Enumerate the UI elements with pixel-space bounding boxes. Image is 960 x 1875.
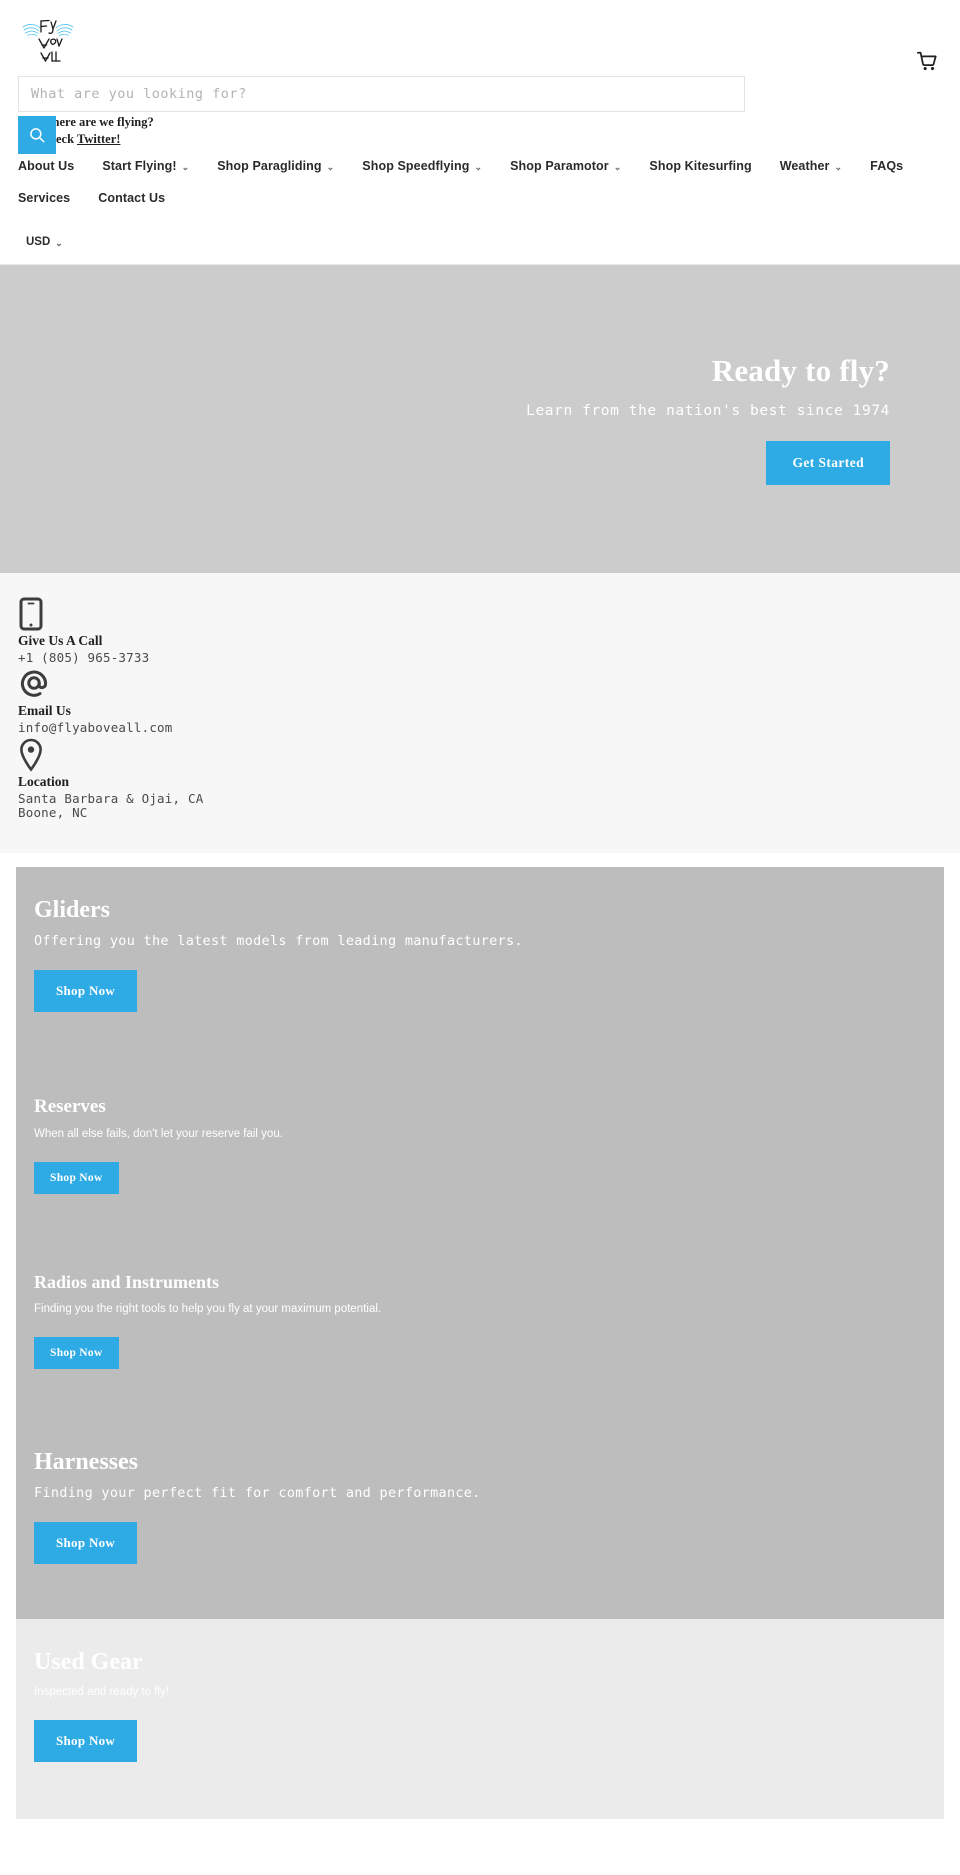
nav-item-label: Contact Us bbox=[98, 191, 166, 205]
page-root: Where are we flying? Check Twitter! Abou… bbox=[0, 0, 960, 1819]
nav-item-faqs[interactable]: FAQs bbox=[870, 150, 903, 182]
contact-item-give-us-a-call: Give Us A Call +1 (805) 965-3733 bbox=[0, 597, 960, 665]
chevron-down-icon: ⌄ bbox=[613, 161, 622, 172]
shop-now-button[interactable]: Shop Now bbox=[34, 1162, 119, 1195]
nav-item-contact-us[interactable]: Contact Us bbox=[98, 182, 165, 214]
nav-item-services[interactable]: Services bbox=[18, 182, 70, 214]
nav-item-start-flying[interactable]: Start Flying! ⌄ bbox=[102, 150, 189, 182]
header-top-bar bbox=[0, 0, 960, 72]
site-logo[interactable] bbox=[20, 14, 76, 66]
contact-info-strip: Give Us A Call +1 (805) 965-3733 Email Us i… bbox=[0, 573, 960, 853]
nav-item-label: Shop Paragliding bbox=[217, 159, 322, 173]
contact-item-title: Email Us bbox=[18, 703, 71, 719]
category-card-list: Gliders Offering you the latest models fr… bbox=[0, 853, 960, 1819]
contact-item-value[interactable]: Santa Barbara & Ojai, CA bbox=[18, 791, 942, 806]
twitter-tagline: Where are we flying? Check Twitter! bbox=[40, 114, 154, 148]
hero-title: Ready to fly? bbox=[711, 353, 890, 389]
mobile-phone-icon bbox=[18, 597, 942, 631]
category-card[interactable]: Gliders Offering you the latest models fr… bbox=[16, 866, 944, 1067]
chevron-down-icon: ⌄ bbox=[474, 161, 483, 172]
nav-item-about-us[interactable]: About Us bbox=[18, 150, 74, 182]
nav-item-label: Shop Kitesurfing bbox=[649, 159, 752, 173]
category-card-title: Gliders bbox=[34, 896, 110, 923]
hero-subtitle: Learn from the nation's best since 1974 bbox=[526, 402, 890, 419]
nav-item-label: Weather bbox=[779, 159, 830, 173]
hero-content: Ready to fly? Learn from the nation's be… bbox=[0, 265, 960, 573]
shop-now-button[interactable]: Shop Now bbox=[34, 970, 138, 1013]
nav-item-shop-speedflying[interactable]: Shop Speedflying ⌄ bbox=[362, 150, 482, 182]
search-input[interactable] bbox=[18, 76, 745, 112]
contact-item-value[interactable]: +1 (805) 965-3733 bbox=[18, 650, 942, 665]
nav-item-label: Shop Paramotor bbox=[510, 159, 609, 173]
currency-selector[interactable]: USD ⌄ bbox=[18, 236, 63, 248]
contact-item-value-secondary: Boone, NC bbox=[18, 805, 88, 821]
nav-item-shop-paramotor[interactable]: Shop Paramotor ⌄ bbox=[510, 150, 621, 182]
nav-item-label: Shop Speedflying bbox=[362, 159, 470, 173]
chevron-down-icon: ⌄ bbox=[181, 161, 190, 172]
shop-now-button[interactable]: Shop Now bbox=[34, 1719, 138, 1762]
category-card-description: Finding your perfect fit for comfort and… bbox=[34, 1484, 481, 1501]
category-card-title: Used Gear bbox=[34, 1648, 143, 1675]
chevron-down-icon: ⌄ bbox=[55, 237, 63, 248]
nav-item-shop-kitesurfing[interactable]: Shop Kitesurfing bbox=[649, 150, 751, 182]
nav-item-label: Start Flying! bbox=[102, 159, 177, 173]
tagline-line-1: Where are we flying? bbox=[40, 115, 154, 129]
category-card-description: When all else fails, don't let your rese… bbox=[34, 1128, 283, 1141]
search-icon bbox=[30, 128, 45, 143]
category-card-title: Reserves bbox=[34, 1095, 106, 1117]
category-card[interactable]: Radios and Instruments Finding you the ri… bbox=[16, 1242, 944, 1419]
map-pin-icon bbox=[18, 738, 942, 772]
search-submit-button[interactable] bbox=[18, 116, 56, 154]
get-started-button[interactable]: Get Started bbox=[766, 440, 890, 485]
chevron-down-icon: ⌄ bbox=[326, 161, 335, 172]
site-header: Where are we flying? Check Twitter! Abou… bbox=[0, 0, 960, 265]
fly-above-all-logo-icon bbox=[22, 19, 74, 62]
category-card-description: Offering you the latest models from lead… bbox=[34, 932, 523, 949]
category-card-description: Inspected and ready to fly! bbox=[34, 1685, 169, 1698]
nav-item-label: Services bbox=[18, 191, 71, 205]
twitter-link[interactable]: Twitter! bbox=[77, 132, 121, 146]
category-card[interactable]: Used Gear Inspected and ready to fly! Shop… bbox=[16, 1618, 944, 1819]
contact-item-location: Location Santa Barbara & Ojai, CA Boone, N… bbox=[0, 738, 960, 821]
category-card-title: Harnesses bbox=[34, 1448, 138, 1475]
contact-item-value[interactable]: info@flyaboveall.com bbox=[18, 720, 942, 735]
cart-button[interactable] bbox=[916, 50, 946, 78]
currency-region: USD ⌄ bbox=[0, 222, 960, 264]
tagline-line-2: Check Twitter! bbox=[40, 131, 154, 148]
category-card-title: Radios and Instruments bbox=[34, 1271, 220, 1292]
category-card-description: Finding you the right tools to help you … bbox=[34, 1303, 382, 1316]
nav-item-label: About Us bbox=[18, 159, 75, 173]
primary-navigation: About Us Start Flying! ⌄ Shop Paragliding ⌄ S… bbox=[0, 138, 960, 222]
contact-item-title: Location bbox=[18, 773, 70, 789]
at-sign-icon bbox=[18, 667, 942, 701]
category-card[interactable]: Reserves When all else fails, don't let y… bbox=[16, 1066, 944, 1243]
contact-item-title: Give Us A Call bbox=[18, 633, 103, 648]
shopping-cart-icon bbox=[916, 51, 937, 71]
currency-label: USD bbox=[26, 236, 51, 248]
nav-item-weather[interactable]: Weather ⌄ bbox=[780, 150, 842, 182]
shop-now-button[interactable]: Shop Now bbox=[34, 1522, 138, 1565]
chevron-down-icon: ⌄ bbox=[834, 161, 843, 172]
nav-item-shop-paragliding[interactable]: Shop Paragliding ⌄ bbox=[217, 150, 334, 182]
contact-item-email-us: Email Us info@flyaboveall.com bbox=[0, 667, 960, 735]
shop-now-button[interactable]: Shop Now bbox=[34, 1337, 119, 1370]
hero-banner: Ready to fly? Learn from the nation's be… bbox=[0, 265, 960, 573]
category-card[interactable]: Harnesses Finding your perfect fit for co… bbox=[16, 1418, 944, 1619]
nav-item-label: FAQs bbox=[870, 159, 904, 173]
nav-item-list: About Us Start Flying! ⌄ Shop Paragliding ⌄ S… bbox=[18, 150, 942, 214]
